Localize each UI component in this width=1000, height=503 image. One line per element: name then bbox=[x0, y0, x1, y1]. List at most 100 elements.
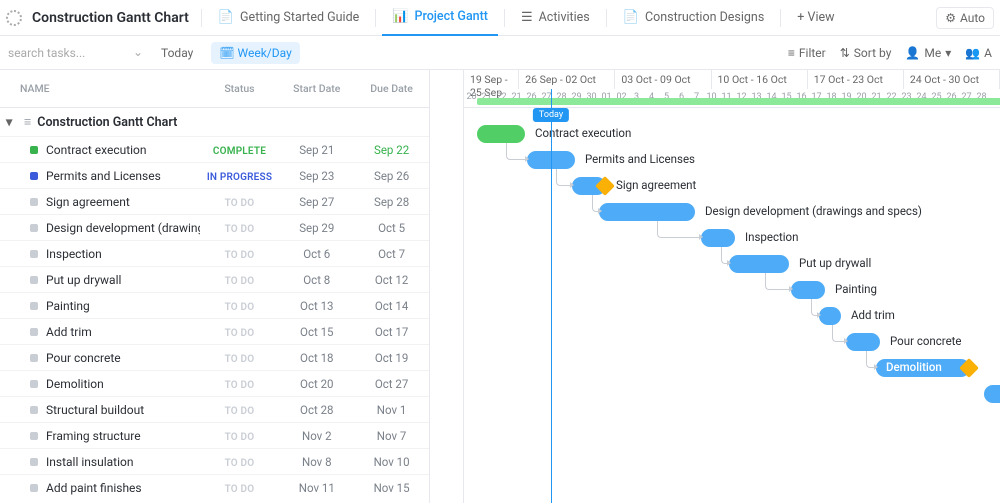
task-row[interactable]: Contract executionCOMPLETESep 21Sep 22 bbox=[0, 136, 429, 162]
due-date[interactable]: Sep 26 bbox=[374, 169, 409, 183]
status-badge[interactable]: TO DO bbox=[225, 458, 255, 469]
start-date[interactable]: Oct 18 bbox=[300, 351, 333, 365]
due-date[interactable]: Sep 22 bbox=[374, 143, 409, 157]
arrow-icon bbox=[525, 156, 529, 162]
due-date[interactable]: Oct 12 bbox=[375, 273, 408, 287]
due-date[interactable]: Nov 10 bbox=[374, 455, 410, 469]
start-date[interactable]: Oct 6 bbox=[303, 247, 330, 261]
gantt-bar[interactable] bbox=[791, 281, 825, 299]
tab-project-gantt[interactable]: 📊Project Gantt bbox=[382, 0, 498, 36]
start-date[interactable]: Nov 11 bbox=[299, 481, 335, 495]
task-name: Design development (drawings a… bbox=[46, 221, 200, 235]
status-badge[interactable]: TO DO bbox=[225, 224, 255, 235]
status-badge[interactable]: TO DO bbox=[225, 406, 255, 417]
gantt-panel: 19 Sep - 25 Sep26 Sep - 02 Oct03 Oct - 0… bbox=[430, 70, 1000, 503]
due-date[interactable]: Oct 5 bbox=[378, 221, 405, 235]
add-view-button[interactable]: + View bbox=[787, 0, 844, 36]
due-date[interactable]: Sep 28 bbox=[374, 195, 409, 209]
gantt-body[interactable]: Contract executionPermits and LicensesSi… bbox=[464, 122, 1000, 486]
status-badge[interactable]: COMPLETE bbox=[213, 146, 266, 157]
due-date[interactable]: Oct 27 bbox=[375, 377, 408, 391]
task-row[interactable]: InspectionTO DOOct 6Oct 7 bbox=[0, 240, 429, 266]
col-header-name[interactable]: NAME bbox=[0, 82, 200, 95]
tab-activities[interactable]: ☰Activities bbox=[511, 0, 600, 36]
filter-button[interactable]: ≡ Filter bbox=[788, 46, 826, 60]
task-row[interactable]: Add paint finishesTO DONov 11Nov 15 bbox=[0, 474, 429, 500]
collapse-caret-icon[interactable]: ▾ bbox=[6, 114, 18, 130]
column-headers: NAME Status Start Date Due Date bbox=[0, 70, 429, 108]
start-date[interactable]: Nov 2 bbox=[302, 429, 332, 443]
status-badge[interactable]: TO DO bbox=[225, 328, 255, 339]
gantt-bar[interactable] bbox=[846, 333, 880, 351]
start-date[interactable]: Oct 28 bbox=[300, 403, 333, 417]
start-date[interactable]: Sep 27 bbox=[299, 195, 334, 209]
status-badge[interactable]: TO DO bbox=[225, 380, 255, 391]
automation-button[interactable]: ⚙ Auto bbox=[936, 7, 994, 29]
sortby-button[interactable]: ⇅ Sort by bbox=[840, 46, 892, 60]
status-badge[interactable]: TO DO bbox=[225, 354, 255, 365]
task-row[interactable]: Add trim TO DO Oct 15 Oct 17 bbox=[0, 318, 429, 344]
task-row[interactable]: PaintingTO DOOct 13Oct 14 bbox=[0, 292, 429, 318]
due-date[interactable]: Nov 1 bbox=[377, 403, 407, 417]
chevron-down-icon[interactable]: ⌄ bbox=[133, 45, 143, 59]
top-nav: Construction Gantt Chart 📄Getting Starte… bbox=[0, 0, 1000, 36]
start-date[interactable]: Sep 29 bbox=[299, 221, 334, 235]
week-header: 24 Oct - 30 Oct bbox=[904, 70, 1000, 89]
task-row[interactable]: Install insulationTO DONov 8Nov 10 bbox=[0, 448, 429, 474]
gantt-bar[interactable] bbox=[819, 307, 841, 325]
task-row[interactable]: Framing structureTO DONov 2Nov 7 bbox=[0, 422, 429, 448]
start-date[interactable]: Sep 23 bbox=[299, 169, 334, 183]
group-title: Construction Gantt Chart bbox=[37, 115, 177, 130]
due-date[interactable]: Oct 14 bbox=[375, 299, 408, 313]
start-date[interactable]: Sep 21 bbox=[299, 143, 334, 157]
due-date[interactable]: Nov 7 bbox=[377, 429, 407, 443]
col-header-status[interactable]: Status bbox=[200, 82, 280, 95]
tab-construction-designs[interactable]: 📄Construction Designs bbox=[613, 0, 775, 36]
due-date[interactable]: Nov 15 bbox=[374, 481, 410, 495]
weekday-toggle[interactable]: 🗓 Week/Day bbox=[211, 42, 299, 64]
due-date[interactable]: Oct 19 bbox=[375, 351, 408, 365]
search-input[interactable] bbox=[8, 42, 143, 64]
status-badge[interactable]: TO DO bbox=[225, 432, 255, 443]
group-header[interactable]: ▾ ≡ Construction Gantt Chart bbox=[0, 108, 429, 136]
summary-bar[interactable] bbox=[477, 98, 1000, 105]
gantt-bar[interactable] bbox=[477, 125, 525, 143]
start-date[interactable]: Oct 13 bbox=[300, 299, 333, 313]
start-date[interactable]: Oct 8 bbox=[303, 273, 330, 287]
status-badge[interactable]: TO DO bbox=[225, 250, 255, 261]
gantt-row: Painting bbox=[464, 278, 1000, 304]
status-badge[interactable]: TO DO bbox=[225, 302, 255, 313]
task-row[interactable]: Permits and LicensesIN PROGRESSSep 23Sep… bbox=[0, 162, 429, 188]
task-row[interactable]: Sign agreementTO DOSep 27Sep 28 bbox=[0, 188, 429, 214]
task-name: Add trim bbox=[46, 325, 92, 339]
status-badge[interactable]: TO DO bbox=[225, 276, 255, 287]
gantt-bar-label: Add trim bbox=[851, 308, 895, 322]
gantt-bar[interactable] bbox=[729, 255, 789, 273]
status-badge[interactable]: TO DO bbox=[225, 484, 255, 495]
gantt-bar[interactable] bbox=[984, 385, 1000, 403]
task-row[interactable]: Pour concreteTO DOOct 18Oct 19 bbox=[0, 344, 429, 370]
task-row[interactable]: DemolitionTO DOOct 20Oct 27 bbox=[0, 370, 429, 396]
horizontal-scroll-gutter[interactable] bbox=[430, 70, 464, 503]
tab-getting-started-guide[interactable]: 📄Getting Started Guide bbox=[208, 0, 369, 36]
task-row[interactable]: Structural buildoutTO DOOct 28Nov 1 bbox=[0, 396, 429, 422]
task-row[interactable]: Put up drywallTO DOOct 8Oct 12 bbox=[0, 266, 429, 292]
gantt-bar[interactable] bbox=[599, 203, 695, 221]
today-button[interactable]: Today bbox=[153, 42, 201, 64]
start-date[interactable]: Oct 20 bbox=[300, 377, 333, 391]
arrow-icon bbox=[817, 312, 821, 318]
task-row[interactable]: Design development (drawings a… TO DO Sep … bbox=[0, 214, 429, 240]
due-date[interactable]: Oct 17 bbox=[375, 325, 408, 339]
start-date[interactable]: Oct 15 bbox=[300, 325, 333, 339]
col-header-start[interactable]: Start Date bbox=[279, 82, 354, 95]
start-date[interactable]: Nov 8 bbox=[302, 455, 332, 469]
status-badge[interactable]: IN PROGRESS bbox=[207, 172, 272, 183]
gantt-bar[interactable] bbox=[701, 229, 735, 247]
assignee-filter-button[interactable]: 👥 A bbox=[965, 46, 992, 60]
me-filter-button[interactable]: 👤 Me ▾ bbox=[905, 46, 951, 60]
col-header-due[interactable]: Due Date bbox=[354, 82, 429, 95]
loading-spinner-icon bbox=[6, 10, 22, 26]
status-dot-icon bbox=[30, 146, 38, 154]
status-badge[interactable]: TO DO bbox=[225, 198, 255, 209]
due-date[interactable]: Oct 7 bbox=[378, 247, 405, 261]
